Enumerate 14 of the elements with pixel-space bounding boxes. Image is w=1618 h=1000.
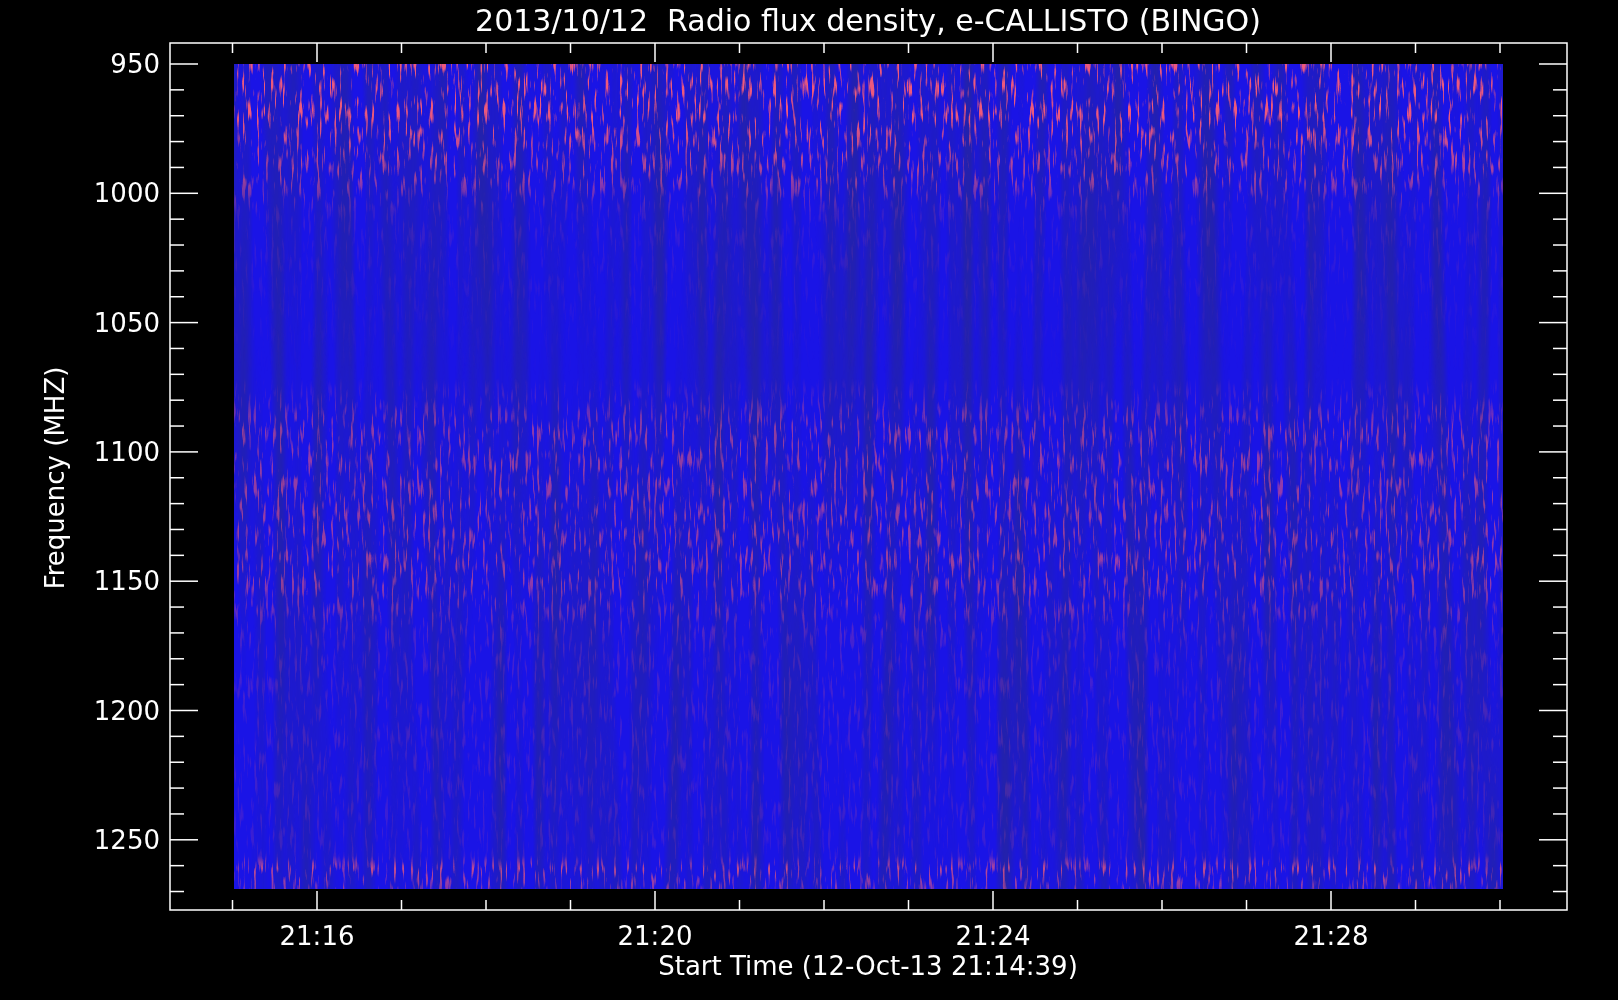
- tick-label: 950: [110, 49, 160, 79]
- tick-label: 1100: [93, 436, 160, 467]
- axis-label: Start Time (12-Oct-13 21:14:39): [658, 951, 1078, 981]
- tick-label: 21:28: [1293, 921, 1369, 951]
- tick-label: 1150: [93, 566, 160, 597]
- axis-label: Frequency (MHZ): [40, 366, 70, 590]
- tick-label: 1000: [93, 178, 160, 209]
- chart-title: 2013/10/12 Radio flux density, e-CALLISTO (BINGO): [475, 3, 1261, 38]
- tick-label: 21:16: [279, 921, 355, 951]
- tick-label: 1050: [93, 307, 160, 338]
- tick-label: 21:24: [955, 921, 1031, 951]
- tick-label: 1250: [93, 824, 160, 855]
- tick-label: 21:20: [617, 921, 693, 951]
- tick-label: 1200: [93, 695, 160, 726]
